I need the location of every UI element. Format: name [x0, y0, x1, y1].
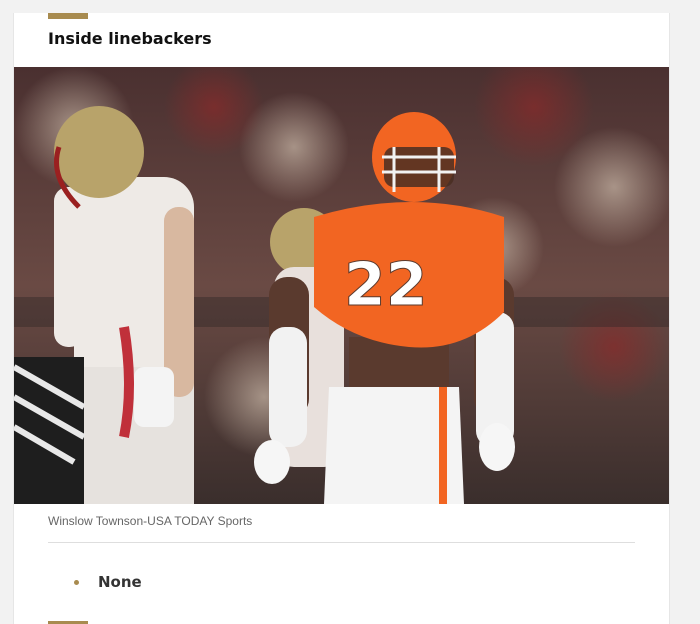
bullet-icon [74, 579, 79, 585]
list-item-label: None [98, 573, 142, 591]
divider [48, 542, 635, 543]
article-card: Inside linebackers 22 Winslow Townson-US… [13, 13, 670, 624]
section-accent-bar [48, 13, 88, 19]
svg-text:22: 22 [344, 250, 428, 320]
list-item: None [74, 573, 142, 591]
section-heading: Inside linebackers [48, 29, 212, 48]
article-photo: 22 [14, 67, 669, 504]
photo-credit: Winslow Townson-USA TODAY Sports [48, 514, 253, 528]
